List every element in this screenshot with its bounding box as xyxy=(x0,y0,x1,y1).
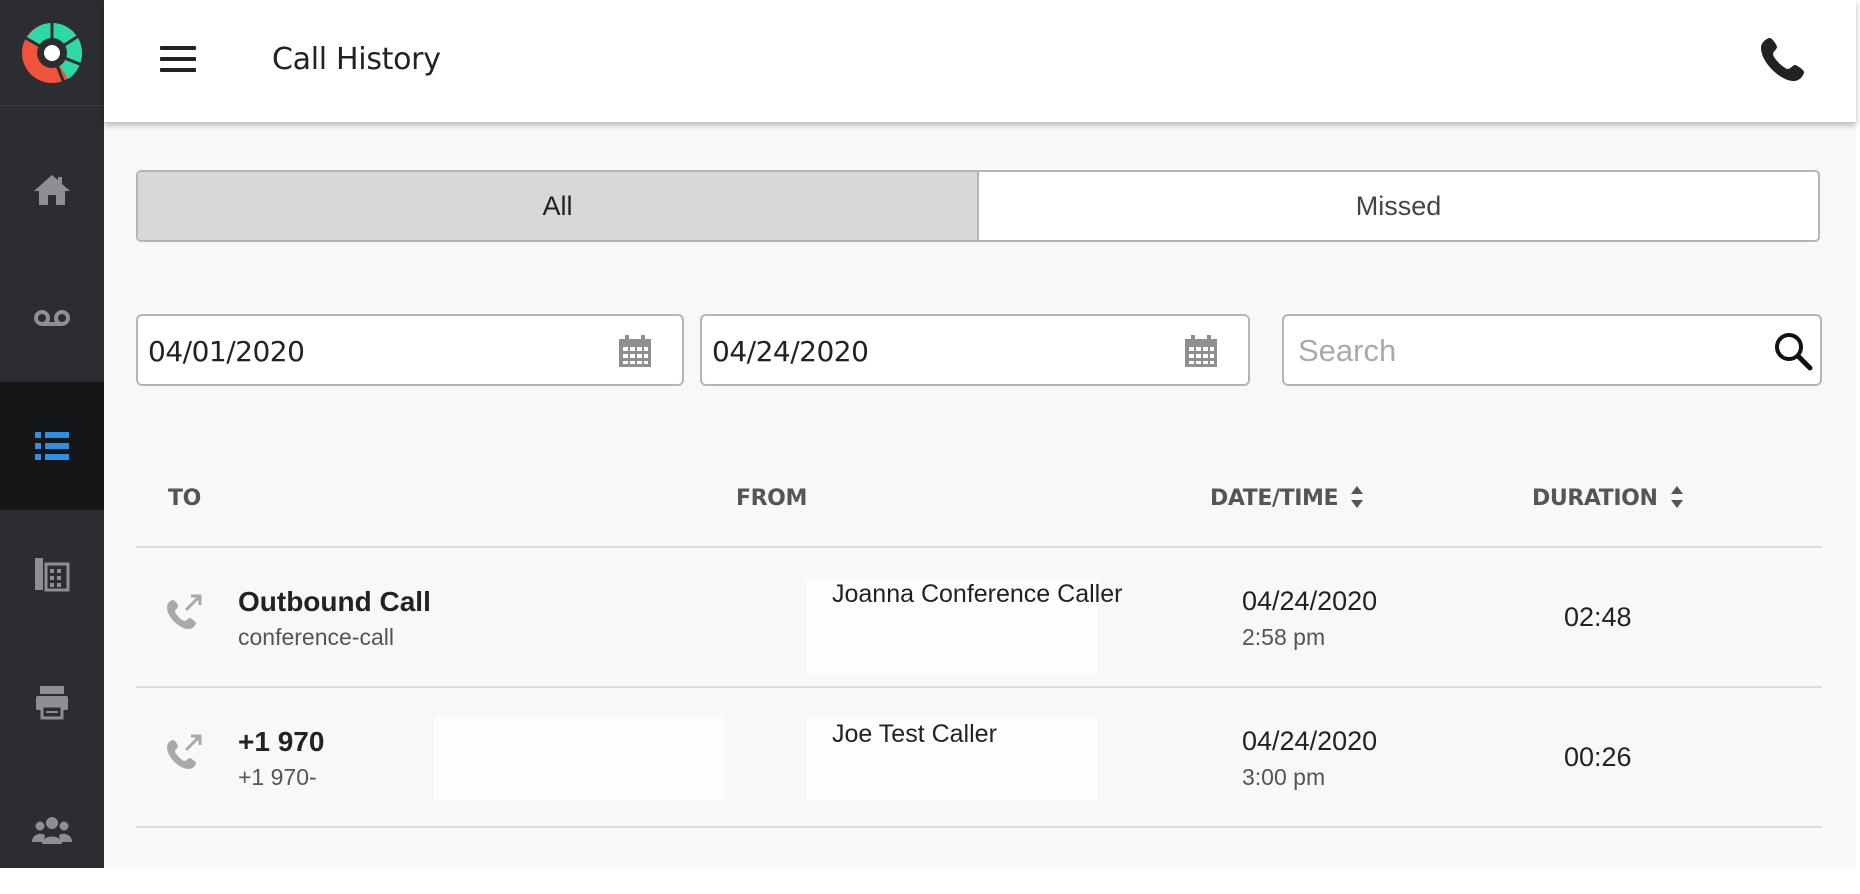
table-row[interactable]: Outbound Call conference-call Joanna Con… xyxy=(136,548,1822,686)
fax-icon xyxy=(36,686,68,720)
table-divider xyxy=(136,826,1822,828)
call-time: 2:58 pm xyxy=(1242,624,1326,650)
sidebar-item-fax[interactable] xyxy=(0,638,104,766)
calendar-icon[interactable] xyxy=(618,334,652,368)
redaction-mask xyxy=(434,718,724,800)
column-header-duration-label: DURATION xyxy=(1532,486,1658,511)
outbound-call-icon xyxy=(167,734,202,769)
call-to-detail: +1 970- xyxy=(238,764,317,790)
tab-all[interactable]: All xyxy=(138,172,979,240)
phone-button[interactable] xyxy=(1754,32,1810,88)
search-input[interactable] xyxy=(1298,328,1738,374)
logo[interactable] xyxy=(0,0,104,106)
column-header-datetime-label: DATE/TIME xyxy=(1210,486,1339,511)
search-icon[interactable] xyxy=(1772,330,1814,372)
call-time: 3:00 pm xyxy=(1242,764,1326,790)
list-icon xyxy=(35,432,69,460)
call-date: 04/24/2020 xyxy=(1242,586,1378,616)
sidebar-item-contacts[interactable] xyxy=(0,766,104,894)
sort-icon[interactable] xyxy=(1350,484,1364,510)
end-date-field[interactable]: 04/24/2020 xyxy=(700,314,1250,386)
call-duration: 02:48 xyxy=(1564,602,1632,632)
sidebar-item-home[interactable] xyxy=(0,126,104,254)
call-from: Joanna Conference Caller xyxy=(832,580,1123,608)
start-date-value: 04/01/2020 xyxy=(148,335,305,368)
page-title: Call History xyxy=(272,42,441,77)
sidebar-item-call-history[interactable] xyxy=(0,382,104,510)
voicemail-icon xyxy=(34,310,70,326)
tab-missed[interactable]: Missed xyxy=(979,172,1818,240)
call-date: 04/24/2020 xyxy=(1242,726,1378,756)
outbound-call-icon xyxy=(167,594,202,629)
sidebar-item-voicemail[interactable] xyxy=(0,254,104,382)
calendar-icon[interactable] xyxy=(1184,334,1218,368)
call-duration: 00:26 xyxy=(1564,742,1632,772)
call-to-detail: conference-call xyxy=(238,624,394,650)
phone-icon xyxy=(1761,38,1804,81)
sidebar-item-directory[interactable] xyxy=(0,510,104,638)
sort-icon[interactable] xyxy=(1670,484,1684,510)
end-date-value: 04/24/2020 xyxy=(712,335,869,368)
home-icon xyxy=(34,175,70,205)
table-row[interactable]: +1 970 +1 970- Joe Test Caller 04/24/202… xyxy=(136,688,1822,826)
column-header-datetime[interactable]: DATE/TIME xyxy=(1210,486,1364,512)
sidebar xyxy=(0,0,104,868)
column-header-duration[interactable]: DURATION xyxy=(1532,486,1684,512)
top-bar: Call History xyxy=(104,0,1856,122)
call-to-name: Outbound Call xyxy=(238,586,431,617)
column-header-from: FROM xyxy=(736,486,807,511)
hamburger-icon[interactable] xyxy=(158,44,198,74)
call-from: Joe Test Caller xyxy=(832,720,997,748)
main-content: Call History All Missed 04/01/2020 04/24… xyxy=(104,0,1856,868)
building-icon xyxy=(35,558,70,592)
start-date-field[interactable]: 04/01/2020 xyxy=(136,314,684,386)
users-icon xyxy=(32,817,72,844)
call-filter-tabs: All Missed xyxy=(136,170,1820,242)
logo-icon xyxy=(22,20,83,84)
column-header-to: TO xyxy=(168,486,201,511)
search-box xyxy=(1282,314,1822,386)
call-to-name: +1 970 xyxy=(238,726,325,757)
